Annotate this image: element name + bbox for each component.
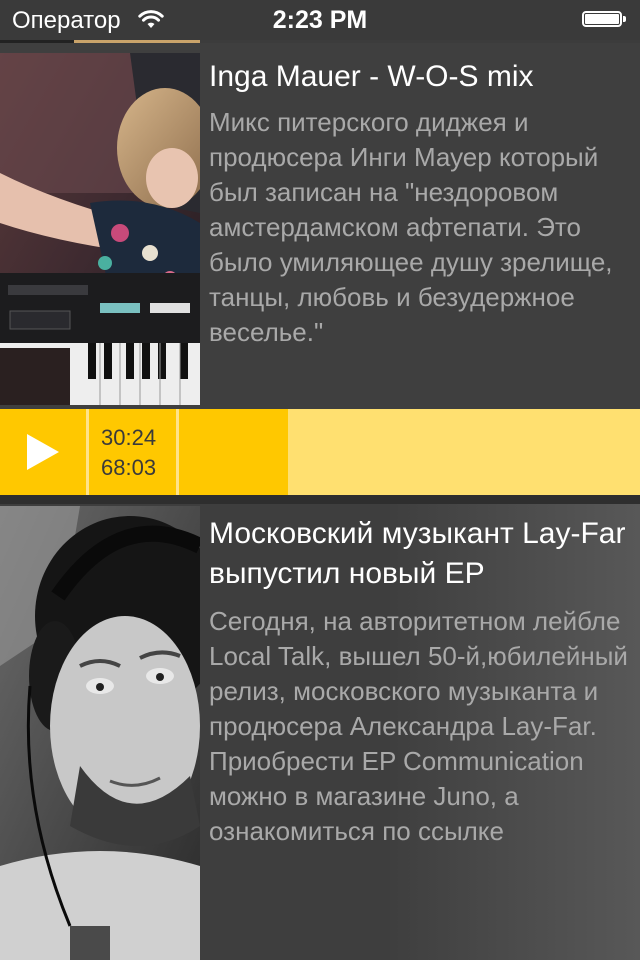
audio-player[interactable]: 30:24 68:03 [0,409,640,495]
feed-item-description: Микс питерского диджея и продюсера Инги … [209,107,613,347]
loading-indicator [0,40,200,43]
mix-cover-image [0,53,200,405]
clock: 2:23 PM [272,6,368,34]
play-icon [27,434,59,470]
divider [176,409,179,495]
feed-item[interactable]: Inga Mauer - W-O-S mix Микс питерского д… [0,43,640,409]
play-button[interactable] [0,409,86,495]
feed-item-title: Inga Mauer - W-O-S mix [209,60,534,93]
feed-item[interactable]: Московский музыкант Lay-Far выпустил нов… [0,504,640,960]
artist-photo-image [0,506,200,960]
total-duration: 68:03 [101,455,157,480]
battery-icon [582,11,628,29]
status-bar: Оператор 2:23 PM [0,0,640,40]
elapsed-time: 30:24 [101,425,157,450]
feed-item-text: Московский музыкант Lay-Far выпустил нов… [209,514,628,849]
feed-item-description: Сегодня, на авторитетном лейбле Local Ta… [209,606,628,846]
divider [86,409,89,495]
feed-item-title: Московский музыкант Lay-Far выпустил нов… [209,517,626,590]
time-display: 30:24 68:03 [101,423,156,483]
separator [0,495,640,504]
feed-item-text: Inga Mauer - W-O-S mix Микс питерского д… [209,57,628,350]
